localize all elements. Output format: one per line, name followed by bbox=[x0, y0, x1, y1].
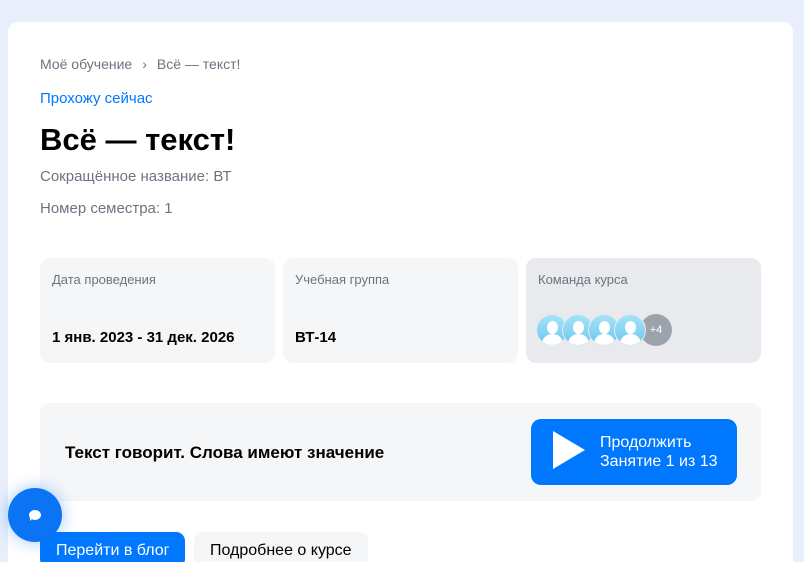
play-icon bbox=[553, 431, 585, 469]
chat-button[interactable] bbox=[8, 488, 62, 542]
team-label: Команда курса bbox=[538, 272, 628, 287]
short-name: Сокращённое название: ВТ bbox=[40, 168, 232, 185]
group-label: Учебная группа bbox=[295, 272, 390, 287]
group-value: ВТ-14 bbox=[295, 329, 337, 346]
chat-bubble-icon bbox=[29, 510, 41, 521]
avatar bbox=[614, 314, 646, 346]
page-title: Всё — текст! bbox=[40, 122, 236, 157]
go-to-blog-button[interactable]: Перейти в блог bbox=[40, 532, 186, 562]
date-card: Дата проведения 1 янв. 2023 - 31 дек. 20… bbox=[40, 258, 275, 363]
continue-label: Продолжить bbox=[600, 434, 692, 451]
lesson-progress: Занятие 1 из 13 bbox=[600, 453, 718, 470]
semester-number: Номер семестра: 1 bbox=[40, 200, 173, 217]
team-card[interactable]: Команда курса +4 bbox=[526, 258, 761, 363]
status-label: Прохожу сейчас bbox=[40, 90, 153, 107]
date-value: 1 янв. 2023 - 31 дек. 2026 bbox=[52, 329, 235, 346]
current-lesson: Текст говорит. Слова имеют значение Прод… bbox=[40, 403, 761, 501]
group-card: Учебная группа ВТ-14 bbox=[283, 258, 518, 363]
course-details-button[interactable]: Подробнее о курсе bbox=[194, 532, 368, 562]
breadcrumb: Моё обучение › Всё — текст! bbox=[40, 56, 240, 72]
team-avatars[interactable]: +4 bbox=[536, 314, 672, 346]
chevron-right-icon: › bbox=[142, 56, 147, 72]
course-card: Моё обучение › Всё — текст! Прохожу сейч… bbox=[8, 22, 793, 562]
continue-button[interactable]: Продолжить Занятие 1 из 13 bbox=[531, 419, 737, 485]
lesson-title: Текст говорит. Слова имеют значение bbox=[65, 443, 385, 462]
breadcrumb-my-learning[interactable]: Моё обучение bbox=[40, 56, 132, 72]
breadcrumb-current: Всё — текст! bbox=[156, 56, 241, 72]
date-label: Дата проведения bbox=[52, 272, 156, 287]
